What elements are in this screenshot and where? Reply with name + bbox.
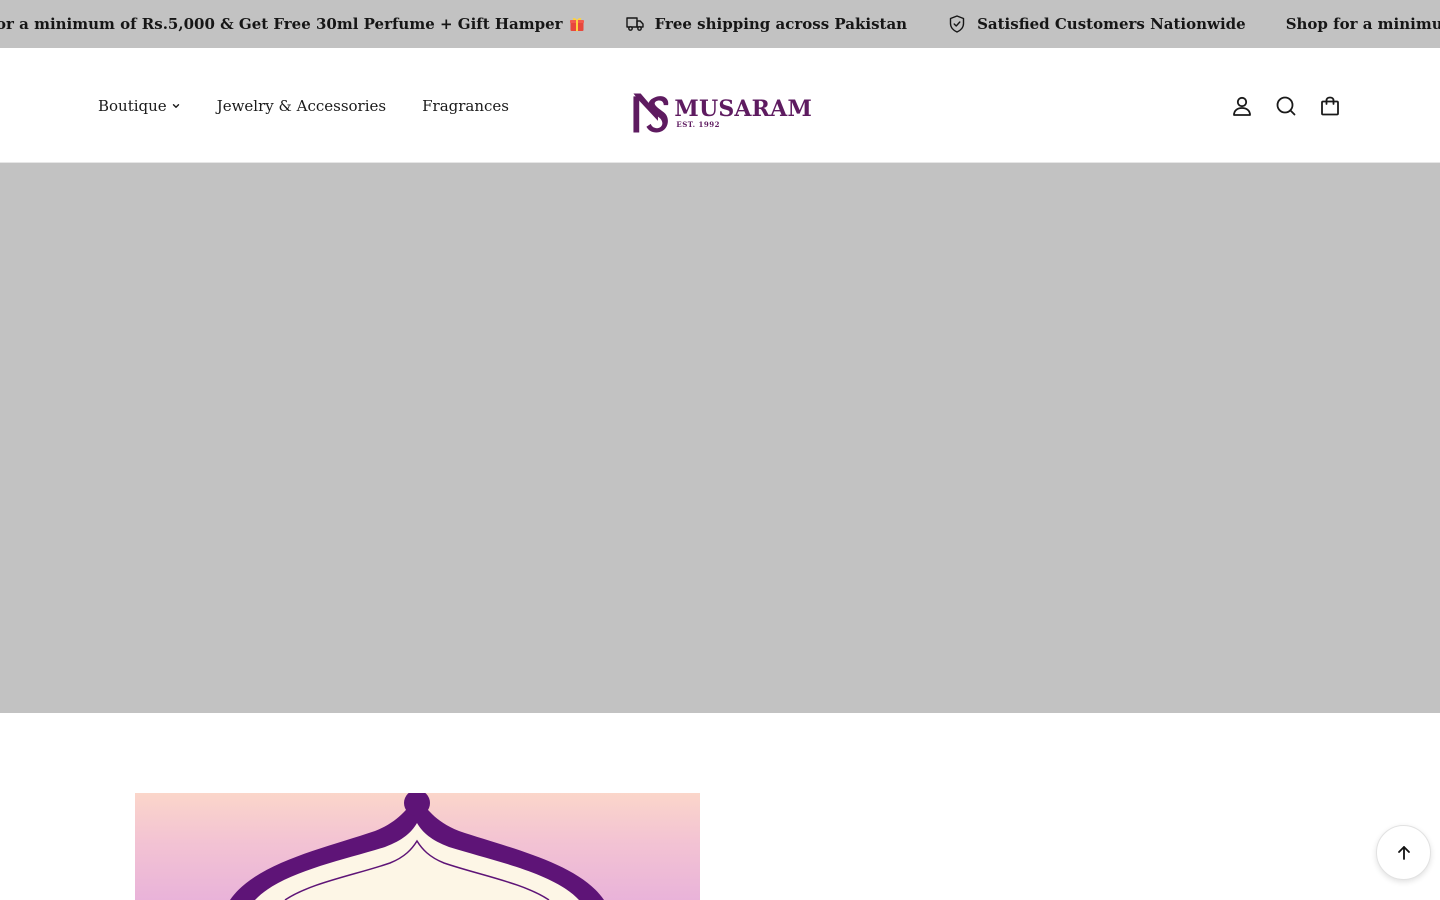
nav-item-fragrances[interactable]: Fragrances — [422, 97, 509, 115]
nav-item-label: Fragrances — [422, 96, 509, 115]
nav-item-jewelry-accessories[interactable]: Jewelry & Accessories — [217, 97, 386, 115]
shield-check-icon — [947, 14, 967, 34]
logo-wordmark: MUSARAM — [674, 96, 812, 122]
main-nav: Boutique Jewelry & Accessories Fragrance… — [98, 48, 545, 163]
announcement-text: or a minimum of Rs.5,000 & Get Free 30ml… — [0, 15, 563, 33]
search-icon[interactable] — [1274, 94, 1298, 118]
announcement-item-shipping: Free shipping across Pakistan — [625, 0, 908, 48]
truck-icon — [625, 14, 645, 34]
header-icons — [1210, 48, 1342, 163]
nav-item-label: Jewelry & Accessories — [216, 96, 387, 115]
chevron-down-icon — [171, 101, 181, 111]
logo-monogram-icon — [633, 93, 669, 133]
hero-banner-placeholder — [0, 163, 1440, 713]
arrow-up-icon — [1397, 845, 1410, 860]
announcement-track: or a minimum of Rs.5,000 & Get Free 30ml… — [0, 0, 1440, 48]
site-header: Boutique Jewelry & Accessories Fragrance… — [0, 48, 1440, 163]
announcement-item-offer-repeat: Shop for a minimum of Rs.5,000 & Get Fre… — [1286, 0, 1440, 48]
announcement-item-offer: or a minimum of Rs.5,000 & Get Free 30ml… — [0, 0, 585, 48]
promo-arch-graphic — [230, 793, 604, 900]
logo-tagline: EST. 1992 — [676, 120, 720, 129]
gift-icon — [569, 16, 585, 32]
announcement-text: Free shipping across Pakistan — [654, 15, 908, 33]
nav-item-label: Boutique — [98, 96, 167, 115]
promo-banner[interactable] — [135, 793, 700, 900]
announcement-text: Shop for a minimum of Rs.5,000 & Get Fre… — [1285, 15, 1440, 33]
account-icon[interactable] — [1230, 94, 1254, 118]
logo-text: MUSARAM EST. 1992 — [674, 97, 812, 129]
site-logo[interactable]: MUSARAM EST. 1992 — [632, 84, 812, 142]
announcement-item-customers: Satisfied Customers Nationwide — [947, 0, 1246, 48]
announcement-text: Satisfied Customers Nationwide — [977, 15, 1246, 33]
cart-icon[interactable] — [1318, 94, 1342, 118]
scroll-to-top-button[interactable] — [1376, 825, 1431, 880]
announcement-bar: or a minimum of Rs.5,000 & Get Free 30ml… — [0, 0, 1440, 48]
nav-item-boutique[interactable]: Boutique — [98, 97, 181, 115]
